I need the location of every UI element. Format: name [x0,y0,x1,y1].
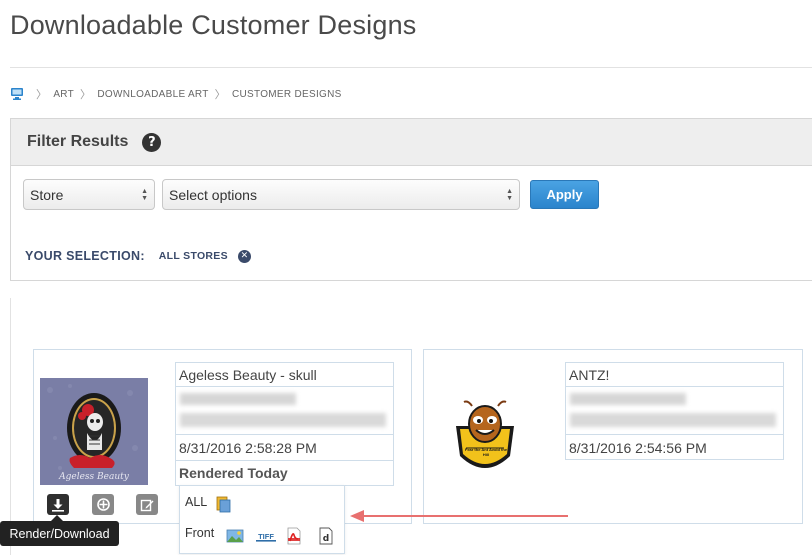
computer-icon[interactable] [10,87,24,101]
render-status: Rendered Today [179,465,288,481]
breadcrumb: 〉 ART 〉 DOWNLOADABLE ART 〉 CUSTOMER DESI… [10,86,342,102]
chevron-right-icon: 〉 [80,89,92,101]
store-select[interactable]: Store ▲ ▼ [23,179,155,210]
render-front-label: Front [185,526,215,540]
crosshair-icon [96,498,110,511]
design-date: 8/31/2016 2:58:28 PM [176,435,393,461]
redacted-line [180,413,386,427]
your-selection: YOUR SELECTION: ALL STORES ✕ [25,249,251,263]
crosshair-button[interactable] [92,494,114,515]
render-download-tooltip: Render/Download [0,521,119,546]
redacted-details [566,387,783,435]
redacted-details [176,387,393,435]
chevron-right-icon: 〉 [36,89,48,101]
download-icon [52,498,64,512]
select-arrows-icon: ▲ ▼ [506,188,513,202]
annotation-arrow [350,510,568,522]
breadcrumb-downloadable-art[interactable]: DOWNLOADABLE ART [97,89,208,100]
filter-title: Filter Results [27,133,129,150]
options-select[interactable]: Select options ▲ ▼ [162,179,520,210]
selection-value: ALL STORES [158,250,228,262]
selection-label: YOUR SELECTION: [25,249,145,263]
help-icon[interactable]: ? [142,132,162,152]
redacted-line [570,413,776,427]
remove-selection-icon[interactable]: ✕ [237,249,251,263]
svg-text:d: d [323,534,329,544]
edit-icon [140,499,154,511]
page-title: Downloadable Customer Designs [10,10,417,40]
filter-panel: Filter Results ? Store ▲ ▼ Select options… [10,118,812,281]
apply-button[interactable]: Apply [530,180,599,209]
svg-text:TIFF: TIFF [258,532,274,541]
options-select-value: Select options [169,186,257,203]
filter-header: Filter Results ? [11,119,812,166]
breadcrumb-art[interactable]: ART [53,89,74,100]
store-select-value: Store [30,186,64,203]
design-name: ANTZ! [566,363,783,387]
design-info: ANTZ! 8/31/2016 2:54:56 PM [565,362,784,460]
download-all-icon[interactable] [214,495,231,513]
ant-shield-logo[interactable]: Fear the Ant Avoid the Hill [450,398,520,480]
tiff-icon[interactable]: TIFF [255,528,277,544]
design-info: Ageless Beauty - skull 8/31/2016 2:58:28… [175,362,394,486]
thumbnail-caption: Ageless Beauty [59,472,129,482]
results-divider [10,298,11,555]
redacted-line [570,393,686,405]
document-icon[interactable]: d [318,527,334,545]
chevron-right-icon: 〉 [214,89,226,101]
redacted-line [180,393,296,405]
edit-button[interactable] [136,494,158,515]
design-date: 8/31/2016 2:54:56 PM [569,440,707,456]
image-icon[interactable] [226,528,244,544]
design-card: Fear the Ant Avoid the Hill ANTZ! 8/31/2… [423,349,803,524]
render-download-menu: ALL Front TIFF d [179,485,345,554]
design-name: Ageless Beauty - skull [176,363,393,387]
pdf-icon[interactable] [286,527,302,545]
title-divider [10,67,812,68]
render-download-button[interactable] [47,494,69,515]
select-arrows-icon: ▲ ▼ [141,188,148,202]
render-all-label: ALL [185,495,208,509]
thumbnail-caption: Fear the Ant Avoid the Hill [464,447,508,457]
breadcrumb-customer-designs: CUSTOMER DESIGNS [231,88,342,100]
skull-lady-logo[interactable]: Ageless Beauty [40,378,148,485]
